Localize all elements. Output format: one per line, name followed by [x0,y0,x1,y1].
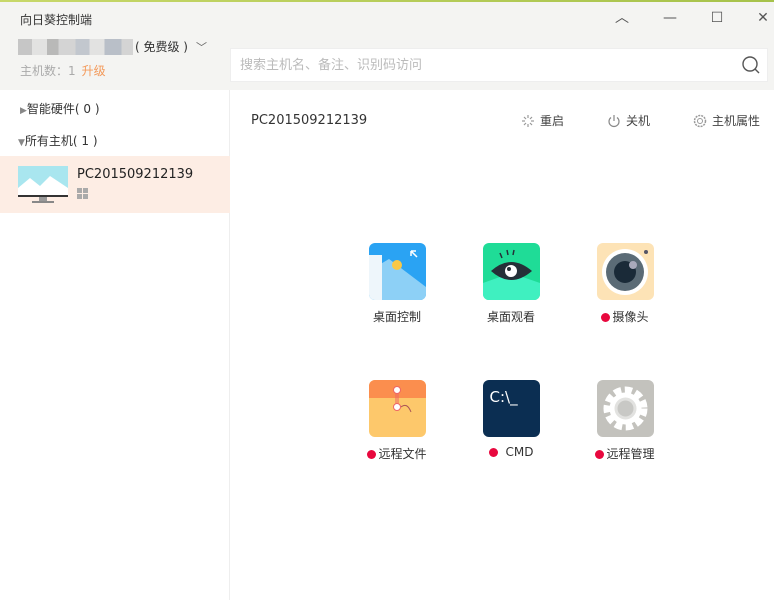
tile-cmd[interactable]: C:\_ CMD [471,380,551,459]
monitor-icon [18,166,68,203]
tile-label: CMD [505,445,534,459]
group-label: 所有主机( 1 ) [24,134,98,148]
group-all-hosts[interactable]: ▼所有主机( 1 ) [18,132,98,149]
tile-camera[interactable]: 摄像头 [585,243,665,325]
status-dot [367,450,377,459]
host-properties-label: 主机属性 [712,114,761,128]
host-list-item[interactable]: PC201509212139 [0,156,230,213]
terminal-prompt: C:\_ [489,388,518,406]
collapse-button[interactable]: ︿ [610,8,634,28]
shutdown-label: 关机 [626,114,651,128]
group-smart-hardware[interactable]: ▶智能硬件( 0 ) [20,100,100,117]
maximize-button[interactable]: ☐ [705,8,729,28]
camera-icon [596,243,654,300]
settings-icon [693,114,707,127]
tile-label: 桌面控制 [372,310,421,324]
search-input[interactable] [231,49,721,81]
terminal-icon: C:\_ [482,380,540,437]
shutdown-button[interactable]: 关机 [607,112,650,129]
tile-remote-files[interactable]: 远程文件 [357,380,437,462]
account-tier: ( 免费级 ) [135,40,188,54]
account-name-blurred [18,38,133,55]
tile-label: 远程管理 [606,447,655,461]
eye-icon [482,243,540,300]
tile-label: 桌面观看 [486,310,535,324]
tile-remote-management[interactable]: 远程管理 [585,380,665,462]
restart-label: 重启 [540,114,565,128]
minimize-button[interactable]: — [658,8,682,28]
tile-label-wrap: 远程管理 [585,445,665,462]
search-icon[interactable] [741,55,761,75]
desktop-control-icon [368,243,426,300]
close-button[interactable]: ✕ [751,8,774,28]
host-count: 主机数：1 升级 [20,62,106,79]
status-dot [595,450,605,459]
tile-label: 远程文件 [378,447,427,461]
power-icon [608,114,620,127]
tile-label-wrap: 远程文件 [357,445,437,462]
windows-icon [77,188,88,199]
caret-right-icon: ▶ [20,106,27,116]
sidebar: ▶智能硬件( 0 ) ▼所有主机( 1 ) PC201509212139 [0,90,230,600]
host-count-label: 主机数：1 [20,64,76,78]
window-title: 向日葵控制端 [20,13,93,27]
restart-button[interactable]: 重启 [521,112,564,129]
account-selector[interactable]: ( 免费级 ) ﹀ [18,38,207,55]
status-dot [488,448,498,457]
restart-icon [522,114,534,127]
host-title: PC201509212139 [251,113,368,128]
host-name: PC201509212139 [77,167,194,182]
tile-label: 摄像头 [612,310,649,324]
tile-label-wrap: CMD [471,445,551,459]
tile-label-wrap: 摄像头 [585,308,665,325]
tile-desktop-control[interactable]: 桌面控制 [357,243,437,325]
main-panel: PC201509212139 重启 关机 主机属性 桌面控制 桌面观看 摄像头 … [231,90,774,600]
group-label: 智能硬件( 0 ) [26,102,100,116]
upgrade-link[interactable]: 升级 [82,64,106,78]
status-dot [601,313,611,322]
chevron-down-icon[interactable]: ﹀ [196,39,207,55]
file-folder-icon [368,380,426,437]
tile-desktop-view[interactable]: 桌面观看 [471,243,551,325]
gear-icon [596,380,654,437]
search-box [230,48,768,82]
header: 向日葵控制端 ︿ — ☐ ✕ ( 免费级 ) ﹀ 主机数：1 升级 [0,2,774,90]
host-properties-button[interactable]: 主机属性 [693,112,760,129]
caret-down-icon: ▼ [18,138,25,148]
